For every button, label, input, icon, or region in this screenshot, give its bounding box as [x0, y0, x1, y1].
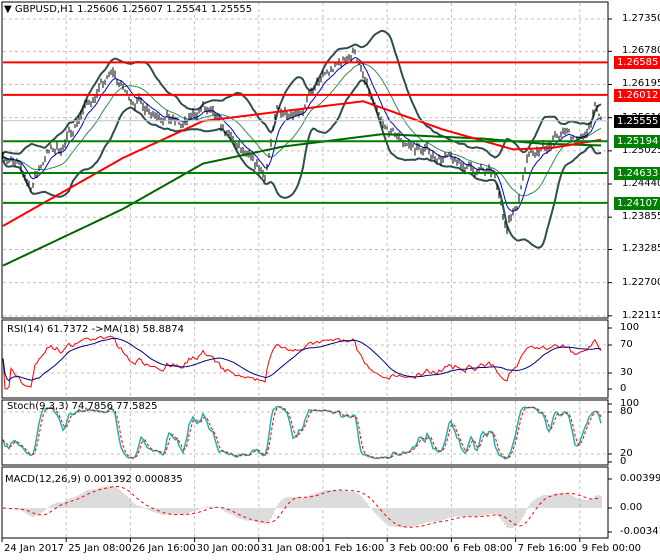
indicator-axis-label: -0.00341: [620, 526, 660, 537]
level-price-tag: 1.24633: [614, 167, 660, 181]
price-axis-label: 1.22700: [622, 276, 660, 288]
time-axis-label: 30 Jan 00:00: [196, 543, 260, 554]
chart-header: ▼ GBPUSD,H1 1.25606 1.25607 1.25541 1.25…: [4, 4, 252, 16]
indicator-axis-label: 100: [620, 322, 640, 333]
ma-green-line: [2, 133, 601, 267]
ma-red-line: [2, 100, 602, 227]
price-axis-label: 1.27350: [622, 13, 660, 24]
indicator-axis-label: 70: [620, 339, 633, 350]
time-axis-label: 31 Jan 08:00: [260, 543, 325, 554]
time-axis-label: 7 Feb 16:00: [517, 543, 577, 554]
indicator-axis-label: 30: [620, 367, 633, 378]
price-axis-label: 1.23285: [622, 243, 660, 255]
level-price-tag: 1.26012: [614, 88, 660, 102]
stoch-title: Stoch(9,3,3) 74.7856 77.5825: [7, 401, 158, 412]
level-price-tag: 1.25194: [614, 135, 660, 149]
price-axis-label: 1.23855: [622, 211, 660, 223]
rsi-ma-line: [2, 337, 602, 382]
stoch-main-line: [2, 405, 602, 460]
time-axis-label: 25 Jan 08:00: [68, 543, 132, 554]
level-price-tag: 1.26585: [614, 56, 660, 70]
price-axis-label: 1.26780: [622, 45, 660, 57]
time-axis-label: 9 Feb 00:00: [581, 543, 642, 554]
indicator-axis-label: 0: [620, 383, 627, 394]
price-axis-label: 1.22115: [622, 309, 660, 321]
ohlc-high: 1.25607: [121, 4, 164, 15]
time-axis-label: 3 Feb 00:00: [389, 543, 449, 554]
indicator-axis-label: 0.003999: [620, 473, 660, 484]
ohlc-open: 1.25606: [77, 4, 119, 15]
time-axis-label: 1 Feb 16:00: [325, 543, 385, 554]
current-price-tag: 1.25555: [614, 114, 660, 128]
time-axis-label: 26 Jan 16:00: [132, 543, 196, 554]
indicator-axis-label: 0: [620, 456, 627, 467]
indicator-axis-label: 0.00: [620, 502, 643, 513]
ohlc-close: 1.25555: [210, 4, 253, 15]
macd-title: MACD(12,26,9) 0.001392 0.000835: [5, 474, 183, 485]
price-axis-label: 1.26195: [622, 78, 660, 90]
time-axis-label: 24 Jan 2017: [4, 543, 64, 554]
ohlc-low: 1.25541: [166, 4, 208, 15]
time-axis-label: 6 Feb 08:00: [453, 543, 513, 554]
collapse-triangle-icon[interactable]: ▼: [4, 4, 12, 15]
indicator-axis-label: 80: [620, 406, 633, 417]
rsi-title: RSI(14) 61.7372 ->MA(18) 58.8874: [7, 324, 184, 335]
level-price-tag: 1.24107: [614, 196, 660, 210]
symbol-info: GBPUSD,H1: [14, 4, 74, 15]
